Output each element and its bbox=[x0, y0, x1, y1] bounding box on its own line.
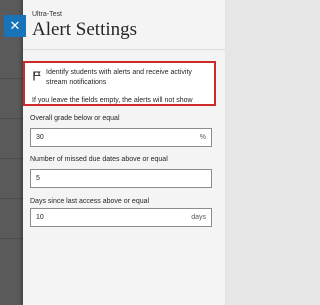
empty-fields-note: If you leave the fields empty, the alert… bbox=[32, 97, 193, 104]
days-since-access-input[interactable]: 10 days bbox=[30, 208, 212, 227]
alert-notice-text: Identify students with alerts and receiv… bbox=[46, 69, 192, 86]
close-icon: ✕ bbox=[9, 18, 21, 34]
panel-title: Alert Settings bbox=[32, 19, 138, 40]
course-name: Ultra-Test bbox=[32, 11, 62, 18]
alert-notice-box: Identify students with alerts and receiv… bbox=[23, 61, 216, 106]
missed-due-dates-value: 5 bbox=[36, 175, 40, 182]
missed-due-dates-label: Number of missed due dates above or equa… bbox=[30, 156, 168, 163]
overall-grade-label: Overall grade below or equal bbox=[30, 115, 120, 122]
overall-grade-value: 30 bbox=[36, 134, 44, 141]
days-since-access-label: Days since last access above or equal bbox=[30, 198, 150, 205]
background-page-overlay bbox=[0, 0, 23, 305]
overall-grade-input[interactable]: 30 % bbox=[30, 128, 212, 147]
missed-due-dates-input[interactable]: 5 bbox=[30, 169, 212, 188]
panel-header: Ultra-Test Alert Settings bbox=[23, 0, 225, 50]
days-unit: days bbox=[191, 214, 206, 221]
close-panel-button[interactable]: ✕ bbox=[4, 15, 26, 37]
flag-icon bbox=[33, 71, 41, 81]
panel-body: Identify students with alerts and receiv… bbox=[23, 50, 225, 305]
percent-unit: % bbox=[199, 134, 206, 141]
days-since-access-value: 10 bbox=[36, 214, 44, 221]
alert-settings-panel: Ultra-Test Alert Settings Identify stude… bbox=[23, 0, 225, 305]
